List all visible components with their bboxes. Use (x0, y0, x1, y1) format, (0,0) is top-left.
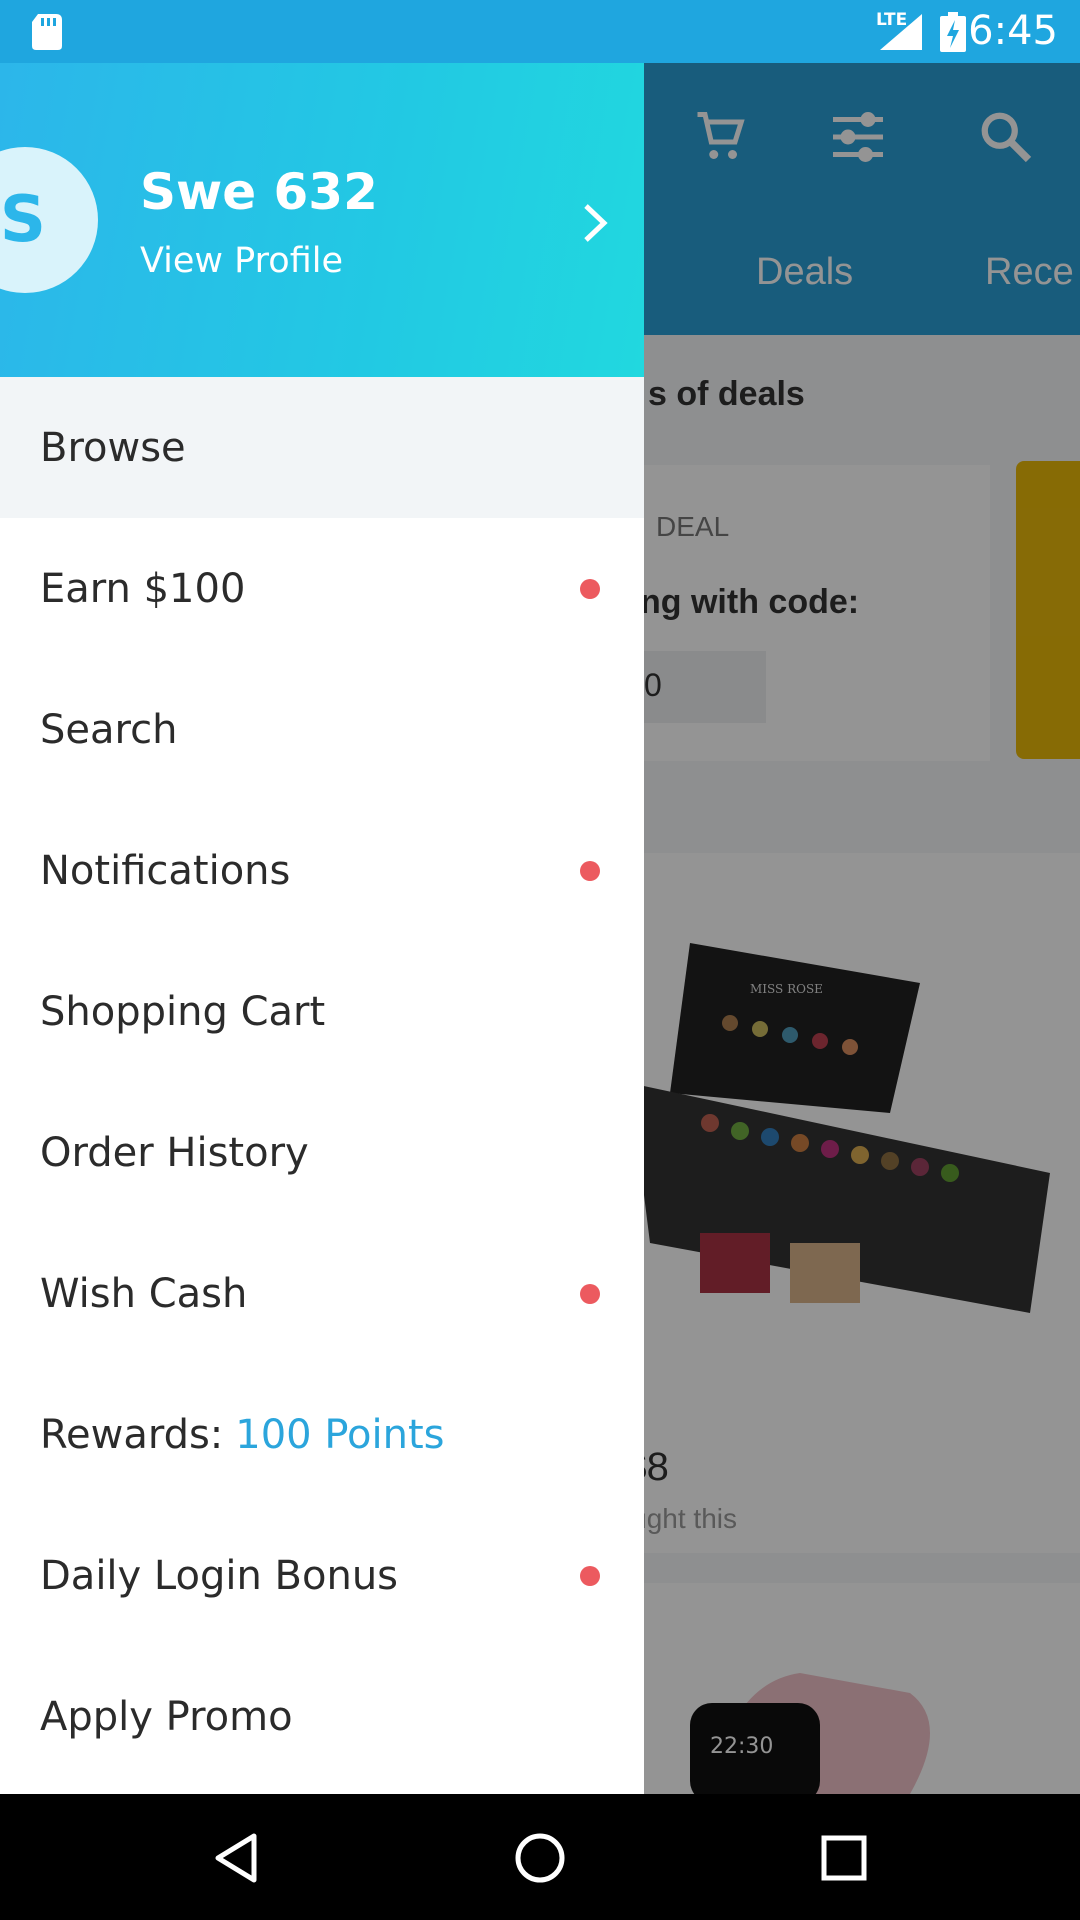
battery-charging-icon (940, 12, 966, 52)
menu-item-shopping-cart[interactable]: Shopping Cart (0, 941, 644, 1082)
notification-dot (580, 861, 600, 881)
home-icon[interactable] (512, 1830, 568, 1886)
menu-item-search[interactable]: Search (0, 659, 644, 800)
notification-dot (580, 1566, 600, 1586)
profile-header[interactable]: S Swe 632 View Profile (0, 63, 644, 377)
menu-item-wish-cash[interactable]: Wish Cash (0, 1223, 644, 1364)
system-nav-bar (0, 1794, 1080, 1920)
menu-item-label: Browse (40, 424, 186, 471)
clock: 6:45 (968, 8, 1058, 54)
notification-dot (580, 579, 600, 599)
menu-item-rewards[interactable]: Rewards: 100 Points (0, 1364, 644, 1505)
menu-item-label: Shopping Cart (40, 988, 326, 1035)
menu-item-apply-promo[interactable]: Apply Promo (0, 1646, 644, 1787)
menu-item-label: Daily Login Bonus (40, 1552, 399, 1599)
menu-item-label: Apply Promo (40, 1693, 293, 1740)
back-icon[interactable] (210, 1830, 266, 1886)
rewards-points: 100 Points (235, 1411, 445, 1458)
menu-item-browse[interactable]: Browse (0, 377, 644, 518)
menu-item-label: Wish Cash (40, 1270, 248, 1317)
sd-card-icon (32, 14, 62, 50)
menu-item-daily-login-bonus[interactable]: Daily Login Bonus (0, 1505, 644, 1646)
navigation-drawer: S Swe 632 View Profile Browse Earn $100 … (0, 63, 644, 1794)
menu-item-earn[interactable]: Earn $100 (0, 518, 644, 659)
status-bar: LTE 6:45 (0, 0, 1080, 63)
menu-item-label: Earn $100 (40, 565, 246, 612)
menu-item-notifications[interactable]: Notifications (0, 800, 644, 941)
avatar[interactable]: S (0, 147, 98, 293)
menu-item-label: Order History (40, 1129, 309, 1176)
notification-dot (580, 1284, 600, 1304)
menu-item-label: Search (40, 706, 178, 753)
menu-item-label: Rewards: (40, 1411, 224, 1458)
username: Swe 632 (140, 163, 378, 221)
recent-apps-icon[interactable] (816, 1830, 872, 1886)
chevron-right-icon[interactable] (580, 198, 610, 248)
menu-item-label: Notifications (40, 847, 291, 894)
menu-item-order-history[interactable]: Order History (0, 1082, 644, 1223)
drawer-menu: Browse Earn $100 Search Notifications Sh… (0, 377, 644, 1787)
view-profile-link[interactable]: View Profile (140, 241, 343, 281)
signal-icon (880, 14, 922, 50)
avatar-letter: S (0, 183, 46, 257)
